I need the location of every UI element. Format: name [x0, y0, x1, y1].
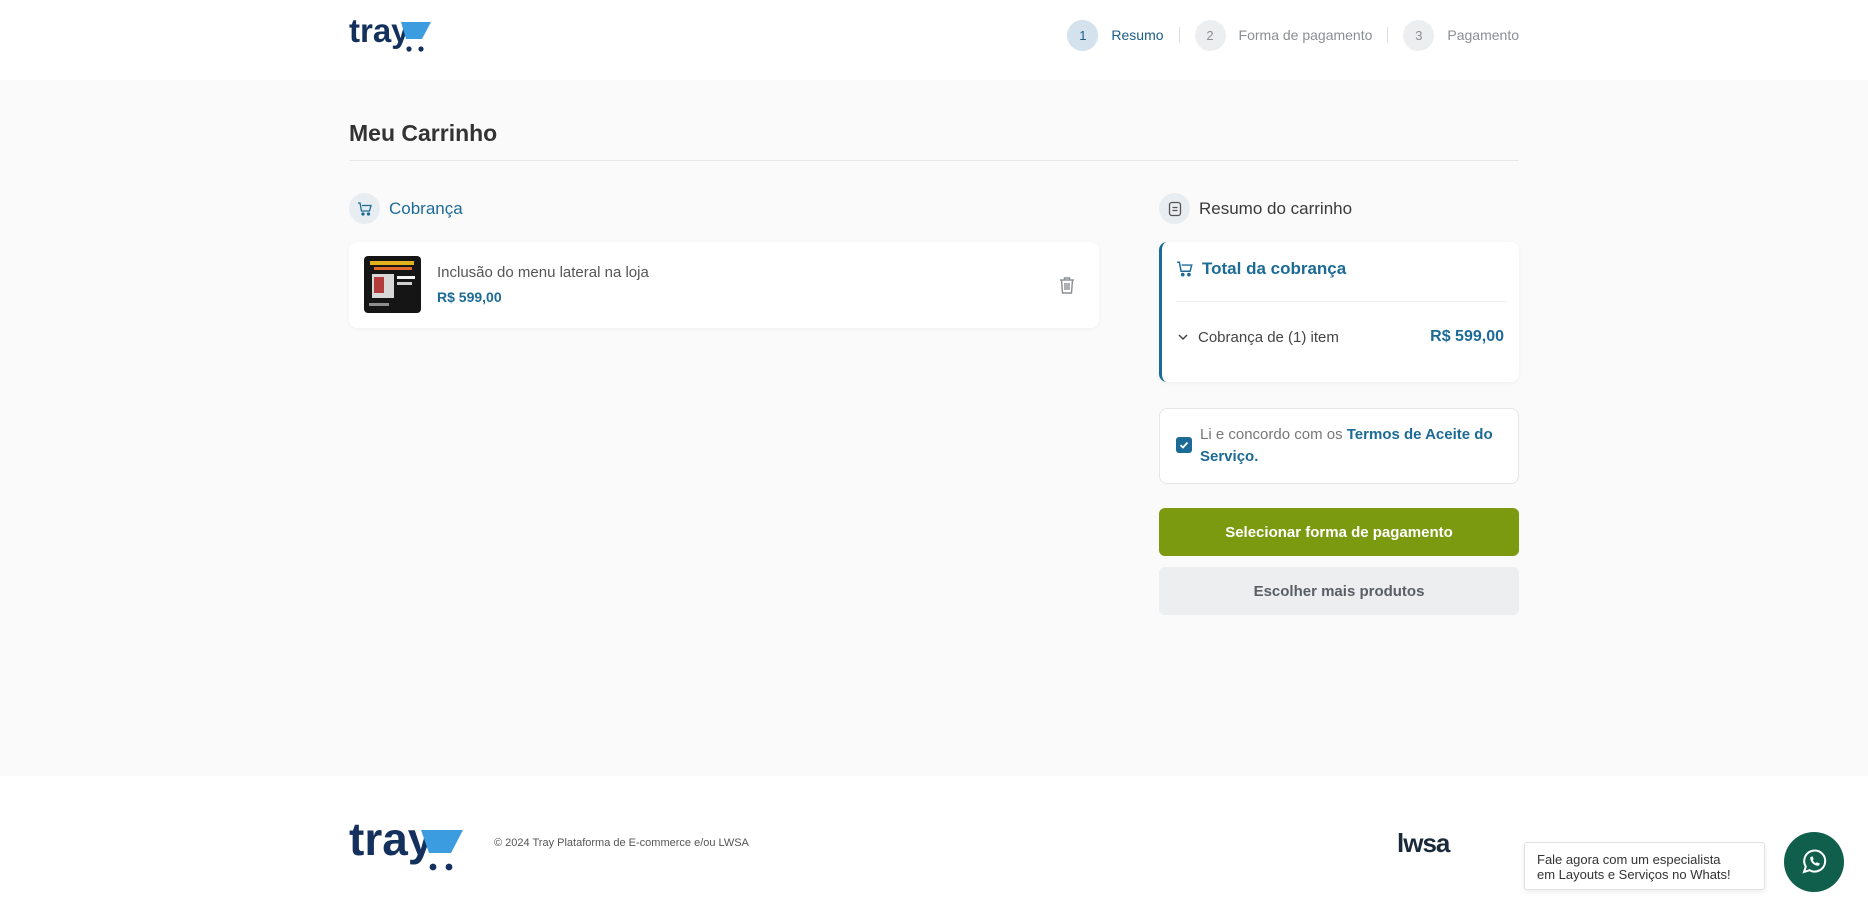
- charge-value: R$ 599,00: [1430, 328, 1504, 345]
- total-card: Total da cobrança Cobrança de (1) item R…: [1159, 242, 1519, 382]
- total-title-label: Total da cobrança: [1202, 259, 1347, 278]
- receipt-icon: [1159, 193, 1190, 224]
- step-label: Resumo: [1111, 27, 1164, 43]
- step-number: 3: [1403, 19, 1435, 51]
- total-title: Total da cobrança: [1176, 259, 1346, 279]
- lwsa-logo: lwsa: [1397, 828, 1450, 858]
- whatsapp-icon: [1802, 849, 1827, 874]
- svg-text:tray: tray: [349, 14, 410, 49]
- terms-agreement: Li e concordo com os Termos de Aceite do…: [1159, 408, 1519, 484]
- step-number: 2: [1194, 19, 1226, 51]
- whatsapp-tooltip-line: em Layouts e Serviços no Whats!: [1537, 867, 1731, 882]
- step-forma-de-pagamento[interactable]: 2 Forma de pagamento: [1194, 19, 1373, 51]
- step-divider: [1387, 27, 1389, 43]
- chevron-down-icon: [1178, 334, 1188, 341]
- cart-item: Inclusão do menu lateral na loja R$ 599,…: [349, 242, 1099, 328]
- step-label: Pagamento: [1447, 27, 1519, 43]
- whatsapp-tooltip[interactable]: Fale agora com um especialista em Layout…: [1524, 842, 1765, 890]
- copyright: © 2024 Tray Plataforma de E-commerce e/o…: [494, 837, 749, 849]
- summary-heading: Resumo do carrinho: [1159, 193, 1352, 224]
- charge-label: Cobrança de (1) item: [1198, 328, 1339, 346]
- billing-heading-label: Cobrança: [389, 198, 463, 218]
- product-price: R$ 599,00: [437, 289, 502, 305]
- divider: [1176, 301, 1507, 302]
- svg-text:tray: tray: [349, 819, 434, 865]
- step-resumo[interactable]: 1 Resumo: [1067, 19, 1164, 51]
- terms-prefix: Li e concordo com os: [1200, 426, 1347, 443]
- summary-heading-label: Resumo do carrinho: [1199, 198, 1353, 218]
- step-pagamento[interactable]: 3 Pagamento: [1403, 19, 1519, 51]
- tray-logo[interactable]: tray: [349, 819, 463, 873]
- trash-icon[interactable]: [1058, 275, 1076, 295]
- terms-checkbox[interactable]: [1176, 437, 1192, 453]
- billing-heading: Cobrança: [349, 193, 463, 224]
- tray-logo[interactable]: tray: [349, 14, 431, 56]
- whatsapp-button[interactable]: [1784, 832, 1844, 892]
- select-payment-button[interactable]: Selecionar forma de pagamento: [1159, 508, 1519, 556]
- page-title: Meu Carrinho: [349, 120, 498, 146]
- divider: [349, 160, 1519, 161]
- checkout-stepper: 1 Resumo 2 Forma de pagamento 3 Pagament…: [1067, 19, 1519, 51]
- step-number: 1: [1067, 19, 1099, 51]
- header: tray 1 Resumo 2 Forma de pagamento 3 Pag…: [0, 0, 1868, 80]
- check-icon: [1179, 441, 1189, 449]
- step-divider: [1178, 27, 1180, 43]
- terms-text: Li e concordo com os Termos de Aceite do…: [1200, 424, 1500, 468]
- cart-icon: [1177, 261, 1193, 277]
- product-name: Inclusão do menu lateral na loja: [437, 264, 649, 281]
- charge-toggle[interactable]: Cobrança de (1) item R$ 599,00: [1176, 328, 1504, 346]
- choose-more-products-button[interactable]: Escolher mais produtos: [1159, 567, 1519, 615]
- product-thumbnail: [364, 256, 421, 313]
- step-label: Forma de pagamento: [1238, 27, 1373, 43]
- whatsapp-tooltip-line: Fale agora com um especialista: [1537, 852, 1721, 867]
- cart-icon: [349, 193, 380, 224]
